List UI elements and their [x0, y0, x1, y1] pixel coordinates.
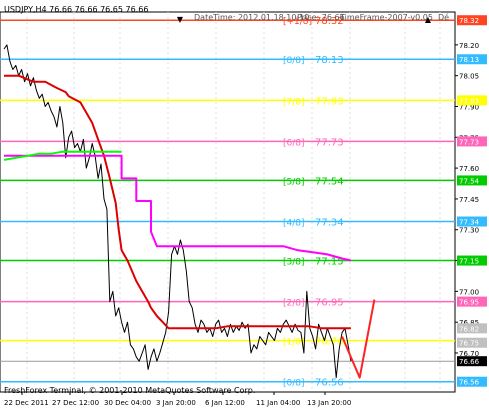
axis-price-tag-label: 77.15 [459, 258, 479, 266]
y-tick-label: 78.20 [459, 42, 479, 50]
murrey-level-value: 77.34 [315, 218, 344, 229]
murrey-level-value: 76.95 [315, 298, 344, 309]
murrey-level-value: 76.56 [315, 378, 344, 389]
axis-price-tag-label: 77.93 [459, 97, 479, 105]
current-price-tag-label: 76.66 [459, 358, 480, 366]
axis-price-tag-label: 78.32 [459, 17, 479, 25]
trading-chart[interactable]: [+1/8] 78.32[8/8] 78.13[7/8] 77.93[6/8] 77.7… [0, 0, 489, 411]
symbol-info: USDJPY,H4 76.66 76.66 76.65 76.66 [4, 5, 148, 14]
murrey-level-value: 78.13 [315, 55, 344, 66]
axis-price-tag-label: 76.56 [459, 379, 480, 387]
murrey-level-label: [0/8] [283, 379, 305, 389]
murrey-level-value: 77.54 [315, 176, 344, 187]
x-tick-label: 3 Jan 20:00 [156, 399, 196, 407]
timeframe-label: TimeFrame-2007-v0.05 [339, 13, 433, 22]
chart-background [0, 0, 489, 411]
murrey-level-label: [1/8] [283, 338, 305, 348]
x-tick-label: 30 Dec 04:00 [104, 399, 151, 407]
x-tick-label: 27 Dec 12:00 [52, 399, 99, 407]
murrey-level-label: [2/8] [283, 299, 305, 309]
axis-price-tag-label: 76.95 [459, 299, 479, 307]
axis-price-tag-label: 76.75 [459, 340, 479, 348]
murrey-level-label: [4/8] [283, 219, 305, 229]
murrey-level-label: [5/8] [283, 177, 305, 187]
y-tick-label: 77.00 [459, 288, 479, 296]
y-tick-label: 78.05 [459, 73, 479, 81]
murrey-level-label: [7/8] [283, 97, 305, 107]
axis-price-tag-label: 77.54 [459, 177, 480, 185]
axis-price-tag-label: 77.34 [459, 219, 480, 227]
x-tick-label: 6 Jan 12:00 [205, 399, 245, 407]
up-arrow-icon: ▲ [425, 15, 432, 24]
x-tick-label: 11 Jan 04:00 [256, 399, 300, 407]
murrey-level-value: 77.73 [315, 137, 344, 148]
y-tick-label: 77.60 [459, 165, 479, 173]
de-label: Dé [438, 12, 449, 22]
murrey-level-label: [3/8] [283, 258, 305, 268]
down-arrow-icon: ▼ [177, 15, 184, 24]
axis-price-tag-label: 78.13 [459, 56, 479, 64]
datetime-label: DateTime: 2012.01.18 10:10 [194, 13, 309, 22]
y-tick-label: 77.45 [459, 196, 479, 204]
axis-price-tag-label: 77.73 [459, 138, 479, 146]
copyright-footer: FreshForex Terminal, © 2001-2010 MetaQuo… [4, 386, 255, 395]
murrey-level-label: [8/8] [283, 56, 305, 66]
y-tick-label: 77.30 [459, 227, 479, 235]
axis-price-tag-label: 76.82 [459, 325, 479, 333]
x-tick-label: 22 Dec 2011 [4, 399, 49, 407]
price-label: Price: 76.66 [297, 13, 345, 22]
murrey-level-label: [6/8] [283, 138, 305, 148]
murrey-level-value: 77.93 [315, 96, 344, 107]
x-tick-label: 13 Jan 20:00 [307, 399, 351, 407]
